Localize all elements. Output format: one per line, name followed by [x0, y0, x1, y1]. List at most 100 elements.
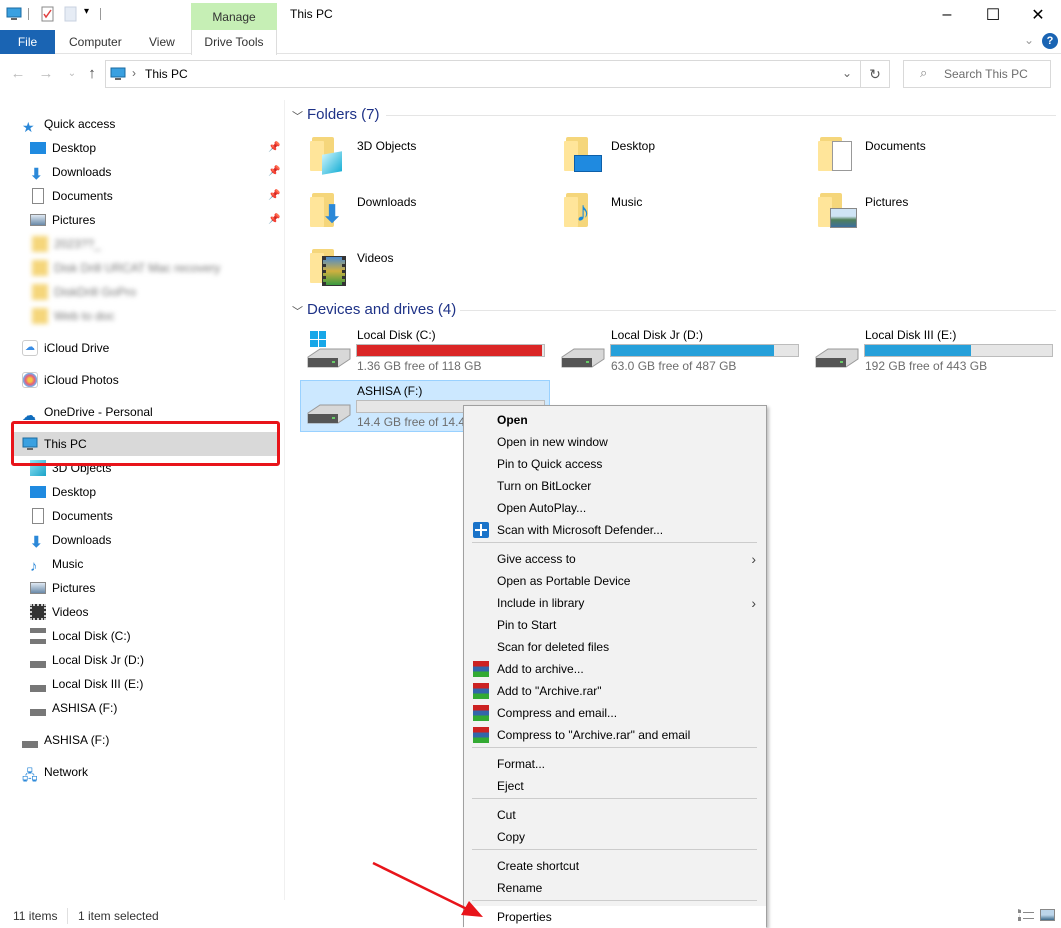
- sidebar-item-blurred[interactable]: Web to doc: [32, 305, 114, 327]
- menu-item-label: Cut: [497, 808, 516, 822]
- menu-item-scan-with-microsoft-defender[interactable]: Scan with Microsoft Defender...: [464, 519, 766, 541]
- menu-item-pin-to-start[interactable]: Pin to Start: [464, 614, 766, 636]
- maximize-button[interactable]: ☐: [970, 0, 1016, 30]
- sidebar-item-icloud-photos[interactable]: iCloud Photos: [22, 369, 119, 391]
- sidebar-item-blurred[interactable]: DiskDrill GoPro: [32, 281, 136, 303]
- up-button[interactable]: ↑: [82, 64, 102, 84]
- sidebar-item-quick-access[interactable]: ★ Quick access: [22, 113, 115, 135]
- drive-tile[interactable]: Local Disk III (E:) 192 GB free of 443 GB: [808, 323, 1058, 377]
- menu-item-pin-to-quick-access[interactable]: Pin to Quick access: [464, 453, 766, 475]
- sidebar-item-local-disk-e[interactable]: Local Disk III (E:): [30, 673, 143, 695]
- folder-tile-desktop[interactable]: Desktop: [564, 135, 814, 187]
- help-icon[interactable]: ?: [1042, 33, 1058, 49]
- sidebar-item-ashisa-f-root[interactable]: ASHISA (F:): [22, 729, 109, 751]
- menu-item-eject[interactable]: Eject: [464, 775, 766, 797]
- pin-icon[interactable]: 📌: [268, 166, 280, 177]
- menu-item-label: Scan with Microsoft Defender...: [497, 523, 664, 537]
- sidebar-item-downloads[interactable]: ⬇ Downloads: [30, 161, 111, 183]
- menu-item-open-as-portable-device[interactable]: Open as Portable Device: [464, 570, 766, 592]
- menu-item-cut[interactable]: Cut: [464, 804, 766, 826]
- menu-item-add-to-archive[interactable]: Add to archive...: [464, 658, 766, 680]
- sidebar-item-videos[interactable]: Videos: [30, 601, 88, 623]
- refresh-button[interactable]: ↻: [861, 60, 890, 88]
- tab-computer[interactable]: Computer: [59, 30, 132, 54]
- new-folder-icon[interactable]: [63, 6, 79, 22]
- expand-ribbon-icon[interactable]: ⌄: [1024, 33, 1034, 47]
- menu-item-turn-on-bitlocker[interactable]: Turn on BitLocker: [464, 475, 766, 497]
- qat-customize-icon[interactable]: ▾: [84, 6, 89, 17]
- sidebar-item-local-disk-c[interactable]: Local Disk (C:): [30, 625, 131, 647]
- tab-file[interactable]: File: [0, 30, 55, 54]
- drive-tile[interactable]: Local Disk Jr (D:) 63.0 GB free of 487 GB: [554, 323, 804, 377]
- large-icons-view-button[interactable]: [1040, 909, 1055, 921]
- drive-icon: [30, 676, 46, 692]
- submenu-chevron-icon: ›: [751, 595, 756, 611]
- manage-context-tab[interactable]: Manage: [191, 3, 277, 30]
- menu-item-give-access-to[interactable]: Give access to ›: [464, 548, 766, 570]
- sidebar-item-desktop[interactable]: Desktop: [30, 481, 96, 503]
- sidebar-item-desktop[interactable]: Desktop: [30, 137, 96, 159]
- back-button[interactable]: ←: [8, 64, 28, 84]
- this-pc-icon: [110, 67, 126, 80]
- pictures-icon: [30, 214, 46, 226]
- menu-item-create-shortcut[interactable]: Create shortcut: [464, 855, 766, 877]
- details-view-button[interactable]: [1018, 909, 1034, 921]
- sidebar-item-local-disk-d[interactable]: Local Disk Jr (D:): [30, 649, 144, 671]
- address-bar[interactable]: › This PC ⌄: [105, 60, 861, 88]
- menu-item-include-in-library[interactable]: Include in library ›: [464, 592, 766, 614]
- collapse-chevron-icon[interactable]: ﹀: [292, 108, 303, 124]
- properties-icon[interactable]: [40, 6, 56, 22]
- menu-item-copy[interactable]: Copy: [464, 826, 766, 848]
- forward-button[interactable]: →: [36, 64, 56, 84]
- folder-tile-3d-objects[interactable]: 3D Objects: [310, 135, 560, 187]
- sidebar-item-icloud-drive[interactable]: ☁ iCloud Drive: [22, 337, 109, 359]
- sidebar-item-network[interactable]: 🖧 Network: [22, 761, 88, 783]
- sidebar-item-pictures[interactable]: Pictures: [30, 577, 95, 599]
- tab-drive-tools[interactable]: Drive Tools: [191, 30, 277, 55]
- breadcrumb-this-pc[interactable]: This PC: [145, 67, 188, 81]
- pin-icon[interactable]: 📌: [268, 214, 280, 225]
- drive-icon: [30, 700, 46, 716]
- sidebar-item-pictures[interactable]: Pictures: [30, 209, 95, 231]
- recent-locations-button[interactable]: ⌄: [62, 64, 82, 84]
- drives-group-header[interactable]: Devices and drives (4): [307, 301, 456, 318]
- menu-item-compress-and-email[interactable]: Compress and email...: [464, 702, 766, 724]
- folder-tile-music[interactable]: ♪ Music: [564, 191, 814, 243]
- folders-group-header[interactable]: Folders (7): [307, 106, 380, 123]
- sidebar-item-onedrive[interactable]: ☁ OneDrive - Personal: [22, 401, 153, 423]
- menu-item-properties[interactable]: Properties: [464, 906, 766, 928]
- pin-icon[interactable]: 📌: [268, 190, 280, 201]
- folder-tile-documents[interactable]: Documents: [818, 135, 1058, 187]
- menu-item-add-to-archive-rar[interactable]: Add to "Archive.rar": [464, 680, 766, 702]
- menu-item-label: Give access to: [497, 552, 576, 566]
- search-input[interactable]: ⌕ Search This PC: [903, 60, 1051, 88]
- menu-item-compress-to-archive-rar-and-email[interactable]: Compress to "Archive.rar" and email: [464, 724, 766, 746]
- folder-tile-videos[interactable]: Videos: [310, 247, 560, 299]
- sidebar-item-blurred[interactable]: 2023??_: [32, 233, 101, 255]
- folder-tile-downloads[interactable]: ⬇ Downloads: [310, 191, 560, 243]
- tab-view[interactable]: View: [139, 30, 185, 54]
- sidebar-item-downloads[interactable]: ⬇ Downloads: [30, 529, 111, 551]
- menu-item-open-autoplay[interactable]: Open AutoPlay...: [464, 497, 766, 519]
- menu-item-rename[interactable]: Rename: [464, 877, 766, 899]
- menu-item-scan-for-deleted-files[interactable]: Scan for deleted files: [464, 636, 766, 658]
- menu-item-open[interactable]: Open: [464, 409, 766, 431]
- folder-tile-pictures[interactable]: Pictures: [818, 191, 1058, 243]
- drive-usage-fill: [865, 345, 972, 356]
- menu-item-open-in-new-window[interactable]: Open in new window: [464, 431, 766, 453]
- sidebar-item-ashisa-f[interactable]: ASHISA (F:): [30, 697, 117, 719]
- collapse-chevron-icon[interactable]: ﹀: [292, 303, 303, 319]
- folder-music-icon: ♪: [564, 191, 594, 229]
- minimize-button[interactable]: –: [924, 0, 970, 30]
- sidebar-item-music[interactable]: ♪ Music: [30, 553, 83, 575]
- sidebar-item-documents[interactable]: Documents: [30, 505, 113, 527]
- pin-icon[interactable]: 📌: [268, 142, 280, 153]
- drive-tile[interactable]: Local Disk (C:) 1.36 GB free of 118 GB: [300, 323, 550, 377]
- sidebar-item-blurred[interactable]: Disk Drill URCAT Mac recovery: [32, 257, 220, 279]
- sidebar-item-documents[interactable]: Documents: [30, 185, 113, 207]
- menu-item-label: Add to "Archive.rar": [497, 684, 602, 698]
- close-button[interactable]: ✕: [1015, 0, 1061, 30]
- address-dropdown-icon[interactable]: ⌄: [842, 66, 852, 80]
- menu-item-format[interactable]: Format...: [464, 753, 766, 775]
- menu-separator: [472, 900, 757, 901]
